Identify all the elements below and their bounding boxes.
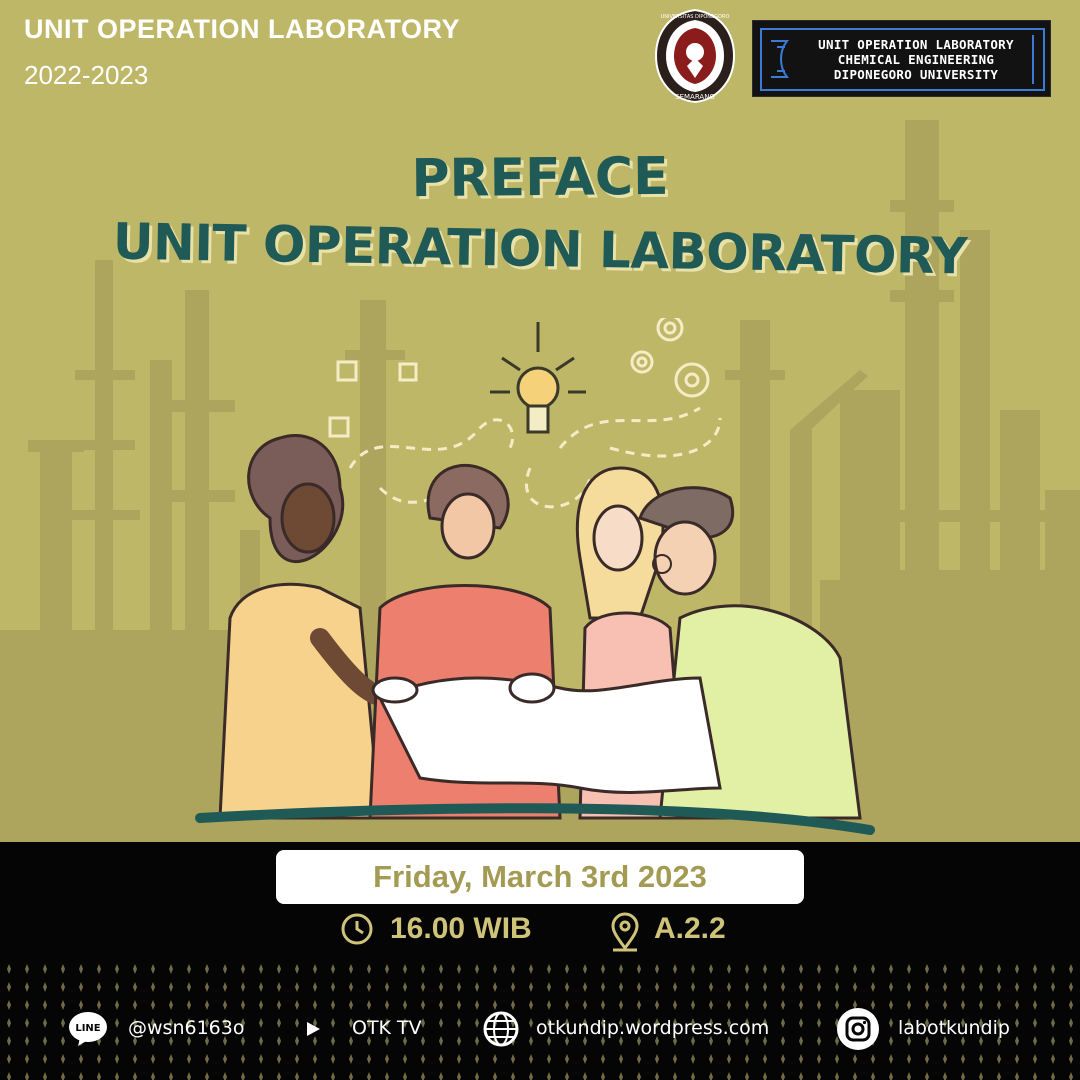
globe-icon xyxy=(483,1011,519,1047)
poster: UNIT OPERATION LABORATORY 2022-2023 SEMA… xyxy=(0,0,1080,1080)
line-app-icon: LINE xyxy=(69,1012,107,1046)
instagram-handle-text: labotkundip xyxy=(898,1017,1010,1039)
youtube-channel-text: OTK TV xyxy=(352,1017,422,1039)
badge-line-1: UNIT OPERATION LABORATORY xyxy=(818,37,1014,52)
seal-arc-text: UNIVERSITAS DIPONEGORO xyxy=(661,14,730,20)
person-curly-hair xyxy=(218,433,400,820)
badge-line-3: DIPONEGORO UNIVERSITY xyxy=(833,67,999,82)
line-id-text: @wsn6163o xyxy=(128,1017,245,1039)
blueprint-paper xyxy=(371,672,722,794)
website-link[interactable]: otkundip.wordpress.com xyxy=(482,1010,769,1048)
lightbulb-icon xyxy=(490,322,586,434)
instagram-icon xyxy=(837,1008,879,1050)
badge-line-2: CHEMICAL ENGINEERING xyxy=(837,52,995,67)
lab-logo-badge: UNIT OPERATION LABORATORY CHEMICAL ENGIN… xyxy=(752,20,1051,97)
headline-line-1: PREFACE xyxy=(411,146,669,210)
play-icon xyxy=(307,1022,320,1036)
instagram-account[interactable]: labotkundip xyxy=(836,1008,1010,1050)
headline-line-2: UNIT OPERATION LABORATORY xyxy=(112,212,968,286)
event-date: Friday, March 3rd 2023 xyxy=(276,850,804,904)
website-text: otkundip.wordpress.com xyxy=(536,1017,770,1039)
youtube-channel[interactable]: OTK TV xyxy=(304,1010,422,1048)
header-year: 2022-2023 xyxy=(24,60,149,90)
event-info-band: Friday, March 3rd 2023 16.00 WIB A.2.2 L… xyxy=(0,842,1080,1080)
gear-icon xyxy=(630,318,710,398)
seal-city-text: SEMARANG xyxy=(675,93,715,101)
university-seal-logo: SEMARANG UNIVERSITAS DIPONEGORO xyxy=(654,8,736,104)
puzzle-icon xyxy=(328,360,418,438)
line-contact[interactable]: LINE @wsn6163o xyxy=(68,1010,244,1048)
event-time-text: 16.00 WIB xyxy=(390,912,532,945)
event-location-text: A.2.2 xyxy=(654,912,726,945)
line-icon-label: LINE xyxy=(75,1023,100,1034)
team-blueprint-illustration xyxy=(195,318,875,835)
location-pin-icon xyxy=(611,912,639,952)
headline: PREFACE UNIT OPERATION LABORATORY xyxy=(0,147,1080,286)
clock-icon xyxy=(341,913,373,945)
header-title: UNIT OPERATION LABORATORY xyxy=(24,14,460,44)
